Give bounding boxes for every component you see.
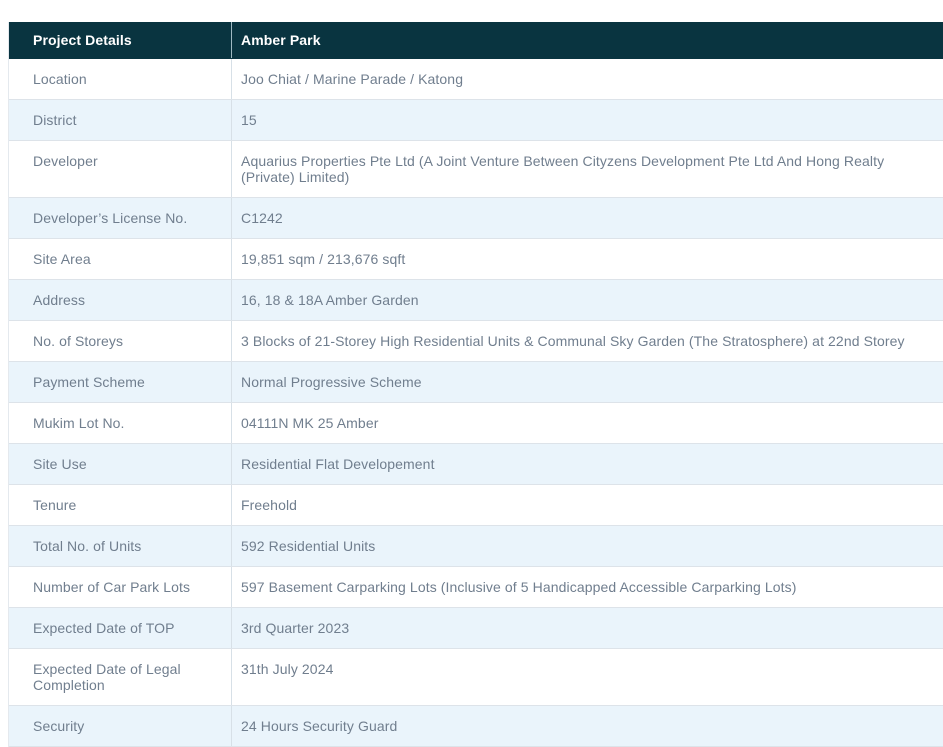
- row-value: Aquarius Properties Pte Ltd (A Joint Ven…: [231, 141, 943, 197]
- row-label: No. of Storeys: [9, 321, 231, 361]
- table-row: Site Area 19,851 sqm / 213,676 sqft: [9, 239, 943, 280]
- table-header-label-column: Project Details: [9, 22, 231, 58]
- row-label: Expected Date of TOP: [9, 608, 231, 648]
- table-row: Total No. of Units 592 Residential Units: [9, 526, 943, 567]
- table-row: Developer Aquarius Properties Pte Ltd (A…: [9, 141, 943, 198]
- row-value: 592 Residential Units: [231, 526, 943, 566]
- table-row: Tenure Freehold: [9, 485, 943, 526]
- row-label: Developer’s License No.: [9, 198, 231, 238]
- table-row: Location Joo Chiat / Marine Parade / Kat…: [9, 59, 943, 100]
- project-details-table: Project Details Amber Park Location Joo …: [8, 22, 943, 747]
- row-value: 597 Basement Carparking Lots (Inclusive …: [231, 567, 943, 607]
- table-row: Number of Car Park Lots 597 Basement Car…: [9, 567, 943, 608]
- row-value: 15: [231, 100, 943, 140]
- table-row: Address 16, 18 & 18A Amber Garden: [9, 280, 943, 321]
- row-label: Site Area: [9, 239, 231, 279]
- row-value: Freehold: [231, 485, 943, 525]
- row-label: Total No. of Units: [9, 526, 231, 566]
- table-body: Location Joo Chiat / Marine Parade / Kat…: [9, 59, 943, 747]
- table-row: Payment Scheme Normal Progressive Scheme: [9, 362, 943, 403]
- row-label: Expected Date of Legal Completion: [9, 649, 231, 705]
- row-value: 19,851 sqm / 213,676 sqft: [231, 239, 943, 279]
- row-label: Address: [9, 280, 231, 320]
- row-value: 04111N MK 25 Amber: [231, 403, 943, 443]
- row-value: 3rd Quarter 2023: [231, 608, 943, 648]
- row-label: Developer: [9, 141, 231, 197]
- row-value: 31th July 2024: [231, 649, 943, 705]
- row-label: Tenure: [9, 485, 231, 525]
- row-value: C1242: [231, 198, 943, 238]
- row-value: Joo Chiat / Marine Parade / Katong: [231, 59, 943, 99]
- row-label: Number of Car Park Lots: [9, 567, 231, 607]
- row-label: Location: [9, 59, 231, 99]
- table-row: Security 24 Hours Security Guard: [9, 706, 943, 747]
- table-row: Site Use Residential Flat Developement: [9, 444, 943, 485]
- table-header-value-column: Amber Park: [231, 22, 943, 58]
- row-value: Residential Flat Developement: [231, 444, 943, 484]
- row-label: Payment Scheme: [9, 362, 231, 402]
- row-value: 16, 18 & 18A Amber Garden: [231, 280, 943, 320]
- row-value: 3 Blocks of 21-Storey High Residential U…: [231, 321, 943, 361]
- table-row: Expected Date of TOP 3rd Quarter 2023: [9, 608, 943, 649]
- table-row: Mukim Lot No. 04111N MK 25 Amber: [9, 403, 943, 444]
- row-label: Site Use: [9, 444, 231, 484]
- row-label: Security: [9, 706, 231, 746]
- table-header-row: Project Details Amber Park: [9, 22, 943, 59]
- row-label: Mukim Lot No.: [9, 403, 231, 443]
- row-value: Normal Progressive Scheme: [231, 362, 943, 402]
- table-row: No. of Storeys 3 Blocks of 21-Storey Hig…: [9, 321, 943, 362]
- table-row: Expected Date of Legal Completion 31th J…: [9, 649, 943, 706]
- table-row: Developer’s License No. C1242: [9, 198, 943, 239]
- row-value: 24 Hours Security Guard: [231, 706, 943, 746]
- table-row: District 15: [9, 100, 943, 141]
- row-label: District: [9, 100, 231, 140]
